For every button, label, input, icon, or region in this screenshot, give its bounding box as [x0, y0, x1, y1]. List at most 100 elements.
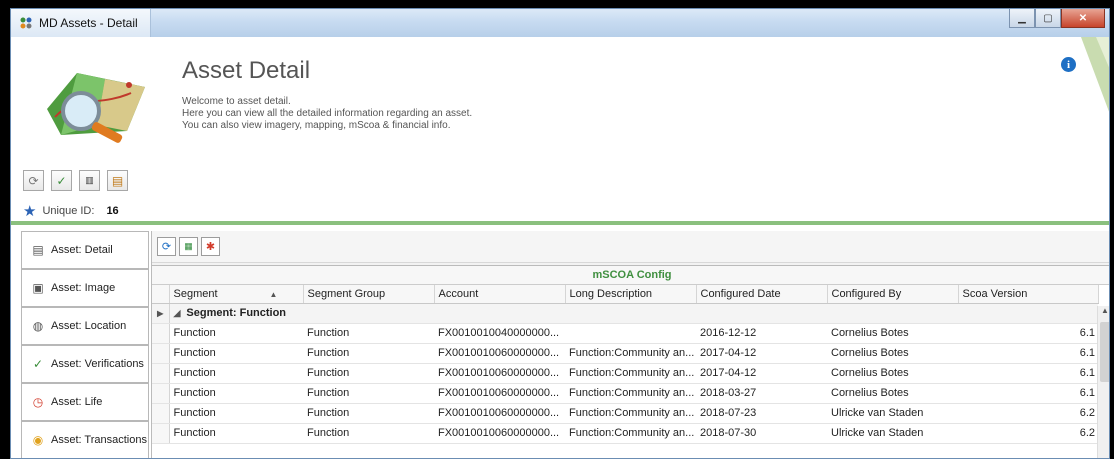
nav-item-label: Asset: Location: [51, 320, 127, 332]
info-icon[interactable]: i: [1061, 57, 1076, 72]
cell-segment-group: Function: [303, 383, 434, 404]
globe-location-icon: ◍: [32, 319, 44, 333]
app-icon: [20, 17, 32, 29]
column-header-segment[interactable]: Segment ▲: [169, 285, 304, 304]
page-title: Asset Detail: [182, 57, 311, 84]
refresh-icon: ⟳: [161, 241, 172, 253]
cell-configured-by: Ulricke van Staden: [827, 423, 958, 444]
header-panel: Asset Detail Welcome to asset detail. He…: [11, 37, 1109, 225]
main-panel: ⟳ ▦ ✱ mSCOA Config Segment ▲ Segment Grou…: [151, 231, 1109, 458]
cell-scoa-version: 6.1: [958, 343, 1098, 364]
scrollbar-thumb[interactable]: [1100, 322, 1109, 382]
refresh-button[interactable]: ⟳: [23, 170, 44, 191]
barcode-icon: ▥: [85, 175, 94, 185]
column-header-configured-date[interactable]: Configured Date: [696, 285, 828, 304]
side-nav: ▤ Asset: Detail ▣ Asset: Image ◍ Asset: …: [21, 231, 149, 458]
barcode-button[interactable]: ▥: [79, 170, 100, 191]
cell-segment-group: Function: [303, 343, 434, 364]
clock-icon: ◷: [32, 395, 44, 409]
cell-long-description: Function:Community an...: [565, 383, 696, 404]
cell-long-description: Function:Community an...: [565, 343, 696, 364]
cell-segment: Function: [169, 383, 303, 404]
refresh-grid-button[interactable]: ⟳: [157, 237, 176, 256]
nav-item-location[interactable]: ◍ Asset: Location: [21, 307, 149, 345]
nav-item-label: Asset: Life: [51, 396, 103, 408]
nav-item-image[interactable]: ▣ Asset: Image: [21, 269, 149, 307]
close-button[interactable]: ✕: [1061, 9, 1105, 28]
table-row[interactable]: Function Function FX0010010060000000... …: [152, 343, 1098, 364]
intro-line: You can also view imagery, mapping, mSco…: [182, 120, 451, 131]
column-header-segment-group[interactable]: Segment Group: [303, 285, 435, 304]
clipboard-button[interactable]: ▤: [107, 170, 128, 191]
table-row[interactable]: Function Function FX0010010040000000... …: [152, 323, 1098, 344]
nav-item-label: Asset: Detail: [51, 244, 113, 256]
cell-configured-by: Cornelius Botes: [827, 383, 958, 404]
nav-item-verifications[interactable]: ✓ Asset: Verifications: [21, 345, 149, 383]
window-title: MD Assets - Detail: [39, 16, 138, 30]
cell-account: FX0010010060000000...: [434, 423, 565, 444]
column-header-configured-by[interactable]: Configured By: [827, 285, 959, 304]
row-indicator: [152, 383, 170, 404]
table-row[interactable]: Function Function FX0010010060000000... …: [152, 403, 1098, 424]
collapse-icon[interactable]: ◢: [174, 308, 181, 318]
group-row[interactable]: ▶ ◢ Segment: Function: [152, 303, 1098, 324]
image-icon: ▣: [32, 281, 44, 295]
column-header-scoa-version[interactable]: Scoa Version: [958, 285, 1099, 304]
cell-segment: Function: [169, 343, 303, 364]
vertical-scrollbar[interactable]: ▲: [1097, 306, 1109, 458]
column-header-label: Segment: [173, 287, 218, 300]
cell-configured-date: 2017-04-12: [696, 343, 827, 364]
cell-configured-by: Cornelius Botes: [827, 323, 958, 344]
row-indicator: [152, 323, 170, 344]
scroll-up-icon[interactable]: ▲: [1098, 306, 1109, 318]
cell-configured-by: Ulricke van Staden: [827, 403, 958, 424]
row-indicator: [152, 343, 170, 364]
nav-item-detail[interactable]: ▤ Asset: Detail: [21, 231, 149, 269]
cell-configured-date: 2018-07-23: [696, 403, 827, 424]
intro-text: Welcome to asset detail. Here you can vi…: [182, 96, 472, 132]
checkmark-icon: ✓: [56, 173, 67, 188]
table-row[interactable]: Function Function FX0010010060000000... …: [152, 423, 1098, 444]
maximize-button[interactable]: ▢: [1035, 9, 1061, 28]
column-header-long-description[interactable]: Long Description: [565, 285, 697, 304]
group-label: Segment: Function: [186, 307, 287, 319]
nav-item-transactions[interactable]: ◉ Asset: Transactions: [21, 421, 149, 458]
cell-scoa-version: 6.2: [958, 403, 1098, 424]
detail-card-icon: ▤: [32, 243, 44, 257]
grid-caption: mSCOA Config: [152, 266, 1109, 285]
minimize-button[interactable]: ▁: [1009, 9, 1035, 28]
export-excel-button[interactable]: ▦: [179, 237, 198, 256]
table-row[interactable]: Function Function FX0010010060000000... …: [152, 383, 1098, 404]
asset-map-logo: [47, 73, 145, 143]
cell-configured-date: 2016-12-12: [696, 323, 827, 344]
table-row[interactable]: Function Function FX0010010060000000... …: [152, 363, 1098, 384]
intro-line: Welcome to asset detail.: [182, 96, 291, 107]
star-icon: ★: [23, 203, 37, 220]
cell-segment-group: Function: [303, 423, 434, 444]
title-bar: MD Assets - Detail ▁ ▢ ✕: [11, 9, 1109, 37]
coins-icon: ◉: [32, 433, 44, 447]
cell-segment-group: Function: [303, 323, 434, 344]
bug-icon: ✱: [205, 241, 216, 253]
cell-account: FX0010010060000000...: [434, 403, 565, 424]
nav-item-label: Asset: Transactions: [51, 434, 147, 446]
nav-item-label: Asset: Image: [51, 282, 116, 294]
nav-item-life[interactable]: ◷ Asset: Life: [21, 383, 149, 421]
unique-id-value: 16: [106, 205, 119, 217]
window-controls: ▁ ▢ ✕: [1009, 9, 1105, 29]
cell-configured-date: 2018-03-27: [696, 383, 827, 404]
app-window: MD Assets - Detail ▁ ▢ ✕ Asset Detail We…: [10, 8, 1110, 459]
cell-segment: Function: [169, 323, 303, 344]
group-cell[interactable]: ◢ Segment: Function: [169, 303, 1098, 324]
header-toolbar: ⟳ ✓ ▥ ▤: [23, 170, 128, 191]
cell-long-description: [565, 323, 696, 344]
sort-ascending-icon: ▲: [269, 289, 278, 299]
debug-button[interactable]: ✱: [201, 237, 220, 256]
cell-account: FX0010010060000000...: [434, 363, 565, 384]
clipboard-icon: ▤: [111, 173, 124, 188]
cell-segment: Function: [169, 403, 303, 424]
verify-button[interactable]: ✓: [51, 170, 72, 191]
intro-line: Here you can view all the detailed infor…: [182, 108, 473, 119]
cell-long-description: Function:Community an...: [565, 363, 696, 384]
column-header-account[interactable]: Account: [434, 285, 566, 304]
